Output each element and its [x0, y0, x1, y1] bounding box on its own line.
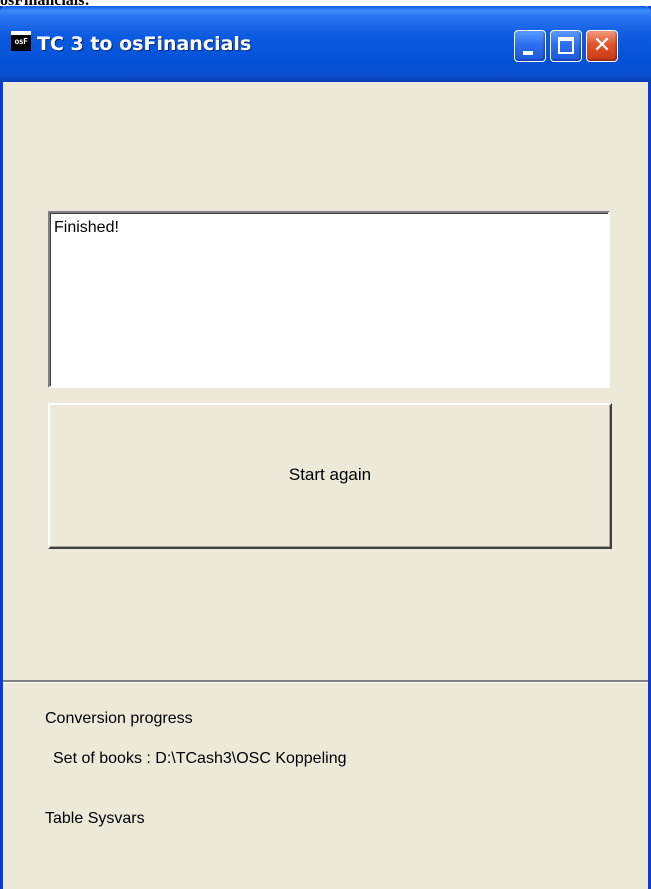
table-label: Table Sysvars — [45, 810, 145, 827]
close-icon: ✕ — [592, 33, 612, 58]
set-of-books-label: Set of books : D:\TCash3\OSC Koppeling — [53, 750, 347, 767]
output-text: Finished! — [54, 219, 119, 236]
title-bar[interactable]: osF TC 3 to osFinancials ✕ — [0, 6, 651, 82]
app-icon-label: osF — [14, 37, 28, 46]
app-icon[interactable]: osF — [11, 31, 31, 51]
window-title: TC 3 to osFinancials — [37, 33, 252, 55]
conversion-progress-label: Conversion progress — [45, 710, 193, 727]
maximize-button[interactable] — [550, 30, 582, 62]
minimize-icon — [523, 51, 533, 55]
close-button[interactable]: ✕ — [586, 30, 618, 62]
minimize-button[interactable] — [514, 30, 546, 62]
status-panel: Conversion progress Set of books : D:\TC… — [3, 680, 648, 889]
app-window: osF TC 3 to osFinancials ✕ Finished! Sta… — [0, 6, 651, 889]
maximize-icon — [558, 37, 574, 54]
output-textbox[interactable]: Finished! — [48, 211, 610, 388]
start-again-label: Start again — [288, 465, 372, 484]
start-again-button[interactable]: Start again — [48, 403, 612, 549]
